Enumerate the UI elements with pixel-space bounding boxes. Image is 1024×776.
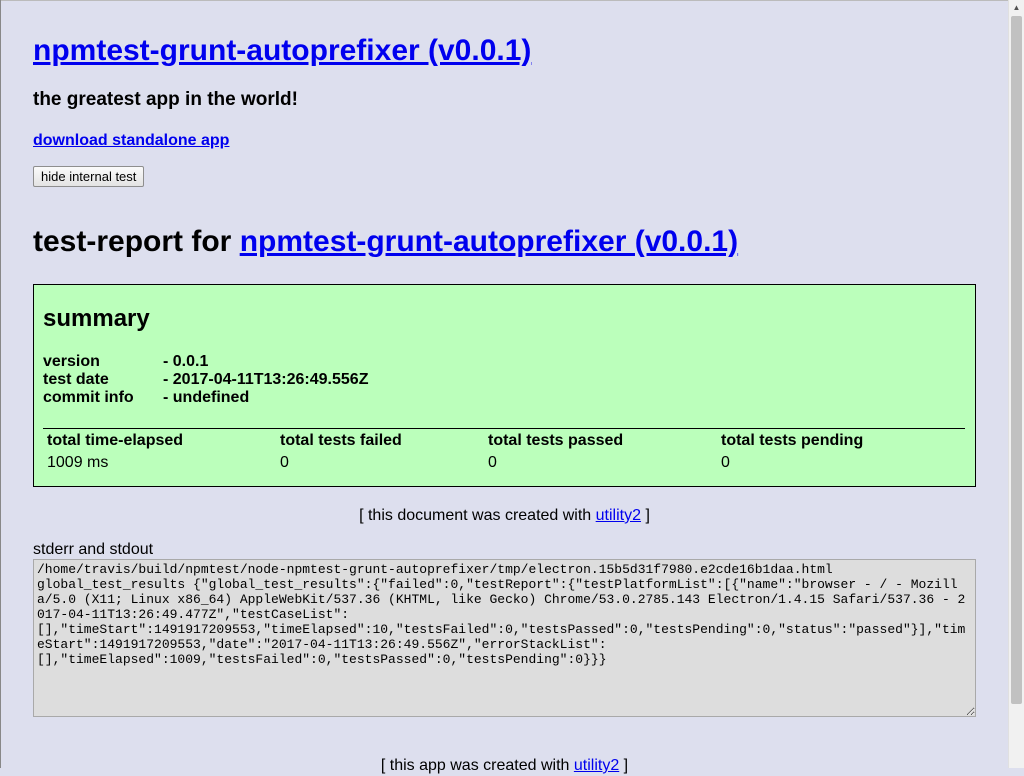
scroll-up-arrow-icon[interactable]: ▲ — [1009, 0, 1024, 15]
total-time-elapsed-value: 1009 ms — [47, 454, 109, 471]
app-created-prefix: [ this app was created with — [380, 757, 574, 774]
stdout-textarea[interactable]: /home/travis/build/npmtest/node-npmtest-… — [33, 559, 976, 717]
window-top-border — [0, 0, 1024, 1]
document-created-prefix: [ this document was created with — [359, 507, 596, 524]
report-title: test-report for npmtest-grunt-autoprefix… — [33, 224, 738, 260]
app-title: npmtest-grunt-autoprefixer (v0.0.1) — [33, 33, 531, 69]
summary-divider — [43, 428, 965, 429]
app-created-suffix: ] — [619, 757, 629, 774]
utility2-link[interactable]: utility2 — [596, 507, 641, 524]
utility2-app-link[interactable]: utility2 — [574, 757, 619, 774]
total-tests-pending-header: total tests pending — [721, 432, 864, 449]
commit-info-value: - undefined — [163, 389, 250, 406]
version-value: - 0.0.1 — [163, 353, 209, 370]
stdout-label: stderr and stdout — [33, 541, 154, 558]
summary-heading: summary — [43, 305, 150, 332]
total-tests-passed-header: total tests passed — [488, 432, 624, 449]
scrollbar-thumb[interactable] — [1011, 16, 1022, 704]
download-standalone-link[interactable]: download standalone app — [33, 131, 229, 151]
vertical-scrollbar[interactable]: ▲ — [1008, 0, 1024, 768]
hide-internal-test-button[interactable]: hide internal test — [33, 166, 145, 187]
document-created-note: [ this document was created with utility… — [33, 506, 976, 526]
report-title-link[interactable]: npmtest-grunt-autoprefixer (v0.0.1) — [240, 225, 738, 258]
total-tests-failed-value: 0 — [280, 454, 289, 471]
total-tests-pending-value: 0 — [721, 454, 730, 471]
test-date-label: test date — [43, 371, 109, 388]
total-tests-failed-header: total tests failed — [280, 432, 402, 449]
version-label: version — [43, 353, 100, 370]
app-created-note: [ this app was created with utility2 ] — [33, 756, 976, 776]
total-tests-passed-value: 0 — [488, 454, 497, 471]
total-time-elapsed-header: total time-elapsed — [47, 432, 184, 449]
test-date-value: - 2017-04-11T13:26:49.556Z — [163, 371, 369, 388]
report-title-prefix: test-report for — [33, 225, 240, 258]
app-tagline: the greatest app in the world! — [33, 89, 298, 110]
app-title-link[interactable]: npmtest-grunt-autoprefixer (v0.0.1) — [33, 34, 531, 67]
document-created-suffix: ] — [641, 507, 650, 524]
window-left-border — [0, 0, 1, 768]
commit-info-label: commit info — [43, 389, 134, 406]
